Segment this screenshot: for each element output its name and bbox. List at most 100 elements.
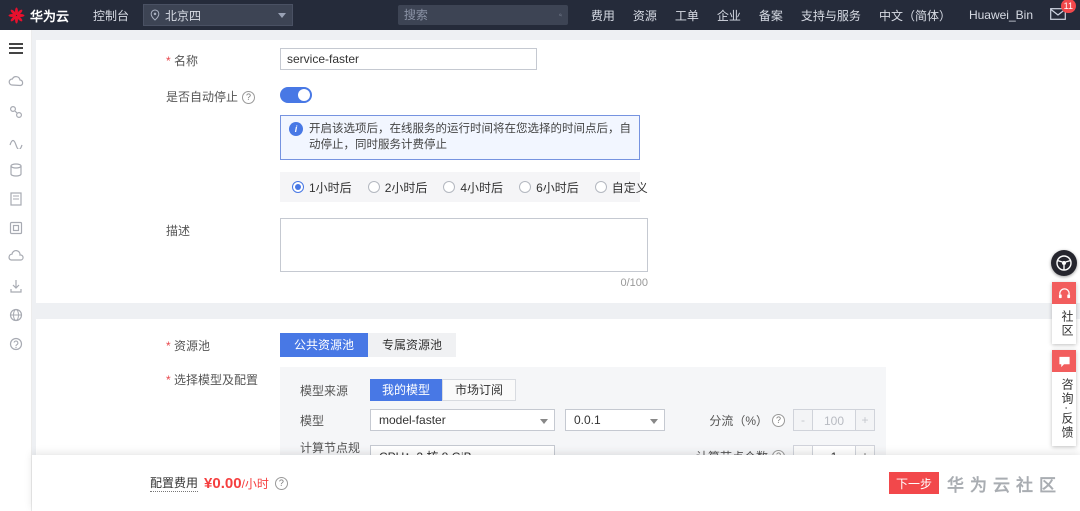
node-count-value[interactable]: 1 xyxy=(813,445,855,455)
main-content: 名称 是否自动停止? i 开启该选项后，在线服务的运行时间将在您选择的时间点后，… xyxy=(32,30,1080,455)
radio-option-6h[interactable]: 6小时后 xyxy=(519,179,579,196)
radio-icon xyxy=(594,181,607,194)
huawei-logo[interactable]: 华为云 xyxy=(0,6,79,25)
search-input[interactable] xyxy=(403,8,559,22)
tab-public-pool[interactable]: 公共资源池 xyxy=(280,333,369,358)
steering-wheel-icon xyxy=(1056,255,1072,271)
radio-selected-icon xyxy=(292,181,304,194)
source-marketplace[interactable]: 市场订阅 xyxy=(442,379,517,402)
name-label: 名称 xyxy=(166,48,280,69)
radio-option-1h[interactable]: 1小时后 xyxy=(292,179,352,196)
description-textarea[interactable] xyxy=(280,218,648,273)
feedback-label[interactable]: 咨询·反馈 xyxy=(1052,372,1076,446)
console-link[interactable]: 控制台 xyxy=(79,7,143,24)
toggle-knob xyxy=(298,89,310,101)
radio-option-custom[interactable]: 自定义 xyxy=(594,179,648,196)
console-assistant-button[interactable] xyxy=(1051,250,1077,276)
sidebar-service-icon-6[interactable] xyxy=(8,220,24,239)
menu-icp[interactable]: 备案 xyxy=(750,7,792,24)
footer-bar: 配置费用 ¥0.00 /小时 ? 下一步 华为云社区 xyxy=(32,455,1080,511)
sidebar-service-icon-9[interactable] xyxy=(8,307,24,326)
community-button[interactable] xyxy=(1052,282,1076,304)
menu-support[interactable]: 支持与服务 xyxy=(792,7,870,24)
auto-stop-label-wrap: 是否自动停止? xyxy=(166,84,280,105)
help-icon[interactable]: ? xyxy=(772,413,785,427)
brand-text[interactable]: 华为云 xyxy=(30,6,69,25)
help-icon[interactable]: ? xyxy=(242,91,256,104)
sidebar-service-icon-5[interactable] xyxy=(8,191,24,210)
plus-button: + xyxy=(855,409,875,432)
section-divider xyxy=(36,303,1080,320)
community-watermark: 华为云社区 xyxy=(947,475,1062,495)
global-search[interactable] xyxy=(397,5,568,25)
menu-tickets[interactable]: 工单 xyxy=(666,7,708,24)
model-version-select[interactable]: 0.0.1 xyxy=(565,409,665,432)
menu-enterprise[interactable]: 企业 xyxy=(708,7,750,24)
radio-label: 4小时后 xyxy=(460,180,504,195)
huawei-flower-icon xyxy=(8,7,25,23)
community-widget[interactable]: 社区 xyxy=(1052,282,1076,344)
radio-label: 2小时后 xyxy=(384,180,428,195)
region-value: 北京四 xyxy=(165,8,202,23)
resource-pool-label: 资源池 xyxy=(166,333,280,354)
location-pin-icon xyxy=(150,9,160,21)
node-spec-label: 计算节点规格 xyxy=(300,441,361,455)
next-step-button[interactable]: 下一步 xyxy=(889,472,939,494)
sidebar-service-icon-10[interactable] xyxy=(8,336,24,355)
model-config-label: 选择模型及配置 xyxy=(166,367,280,388)
source-my-models[interactable]: 我的模型 xyxy=(370,379,443,402)
model-source-label: 模型来源 xyxy=(300,383,349,398)
node-spec-select[interactable]: CPU：2 核 8 GiB xyxy=(370,445,555,455)
menu-resources[interactable]: 资源 xyxy=(624,7,666,24)
radio-option-2h[interactable]: 2小时后 xyxy=(367,179,428,196)
char-counter: 0/100 xyxy=(620,277,648,290)
tab-dedicated-pool[interactable]: 专属资源池 xyxy=(368,333,457,358)
region-selector[interactable]: 北京四 xyxy=(143,4,294,26)
auto-stop-infobox: i 开启该选项后，在线服务的运行时间将在您选择的时间点后，自动停止，同时服务计费… xyxy=(280,115,640,161)
model-config-panel: 模型来源 我的模型 市场订阅 模型 model-faster 0.0.1 分流（… xyxy=(280,367,886,455)
traffic-stepper: - 100 + xyxy=(793,409,875,432)
plus-button[interactable]: + xyxy=(855,445,875,455)
model-label: 模型 xyxy=(300,413,325,428)
sidebar-service-icon-1[interactable] xyxy=(8,75,24,94)
sidebar-service-icon-8[interactable] xyxy=(8,278,24,297)
left-sidebar xyxy=(0,30,32,511)
radio-icon xyxy=(367,181,380,194)
community-label[interactable]: 社区 xyxy=(1052,304,1076,344)
model-select[interactable]: model-faster xyxy=(370,409,555,432)
minus-button: - xyxy=(793,409,813,432)
menu-account[interactable]: Huawei_Bin xyxy=(960,8,1042,22)
node-count-label: 计算节点个数 xyxy=(696,448,768,455)
sidebar-service-icon-7[interactable] xyxy=(8,249,24,268)
service-name-input[interactable] xyxy=(280,48,537,70)
radio-label: 6小时后 xyxy=(536,180,579,195)
auto-stop-toggle[interactable] xyxy=(280,87,312,103)
chat-bubble-icon xyxy=(1058,356,1070,367)
feedback-widget[interactable]: 咨询·反馈 xyxy=(1052,350,1076,446)
sidebar-service-icon-2[interactable] xyxy=(8,104,24,123)
minus-button[interactable]: - xyxy=(793,445,813,455)
traffic-label: 分流（%） xyxy=(709,413,768,428)
sidebar-service-icon-4[interactable] xyxy=(8,162,24,181)
traffic-value: 100 xyxy=(813,409,855,432)
headset-icon xyxy=(1058,287,1070,298)
auto-stop-options: 1小时后 2小时后 4小时后 6小时后 自定义 xyxy=(280,172,648,203)
feedback-button[interactable] xyxy=(1052,350,1076,372)
menu-billing[interactable]: 费用 xyxy=(582,7,624,24)
auto-stop-label: 是否自动停止 xyxy=(166,90,239,104)
menu-language[interactable]: 中文（简体） xyxy=(870,7,960,24)
auto-stop-info-text: 开启该选项后，在线服务的运行时间将在您选择的时间点后，自动停止，同时服务计费停止 xyxy=(309,123,631,151)
messages-button[interactable]: 11 xyxy=(1042,0,1080,23)
hamburger-menu-icon[interactable] xyxy=(8,40,23,56)
radio-icon xyxy=(519,181,532,194)
radio-label: 1小时后 xyxy=(309,180,352,195)
right-dock: 社区 咨询·反馈 xyxy=(1050,250,1078,446)
help-icon[interactable]: ? xyxy=(274,476,288,490)
sidebar-service-icon-3[interactable] xyxy=(8,133,24,152)
search-icon[interactable] xyxy=(559,9,562,21)
radio-option-4h[interactable]: 4小时后 xyxy=(443,179,503,196)
fee-label: 配置费用 xyxy=(150,476,199,492)
topbar: 华为云 控制台 北京四 费用 资源 工单 企业 备案 支持与服务 中文（简体） … xyxy=(0,0,1080,30)
message-count-badge: 11 xyxy=(1060,0,1076,13)
info-icon: i xyxy=(289,122,303,136)
